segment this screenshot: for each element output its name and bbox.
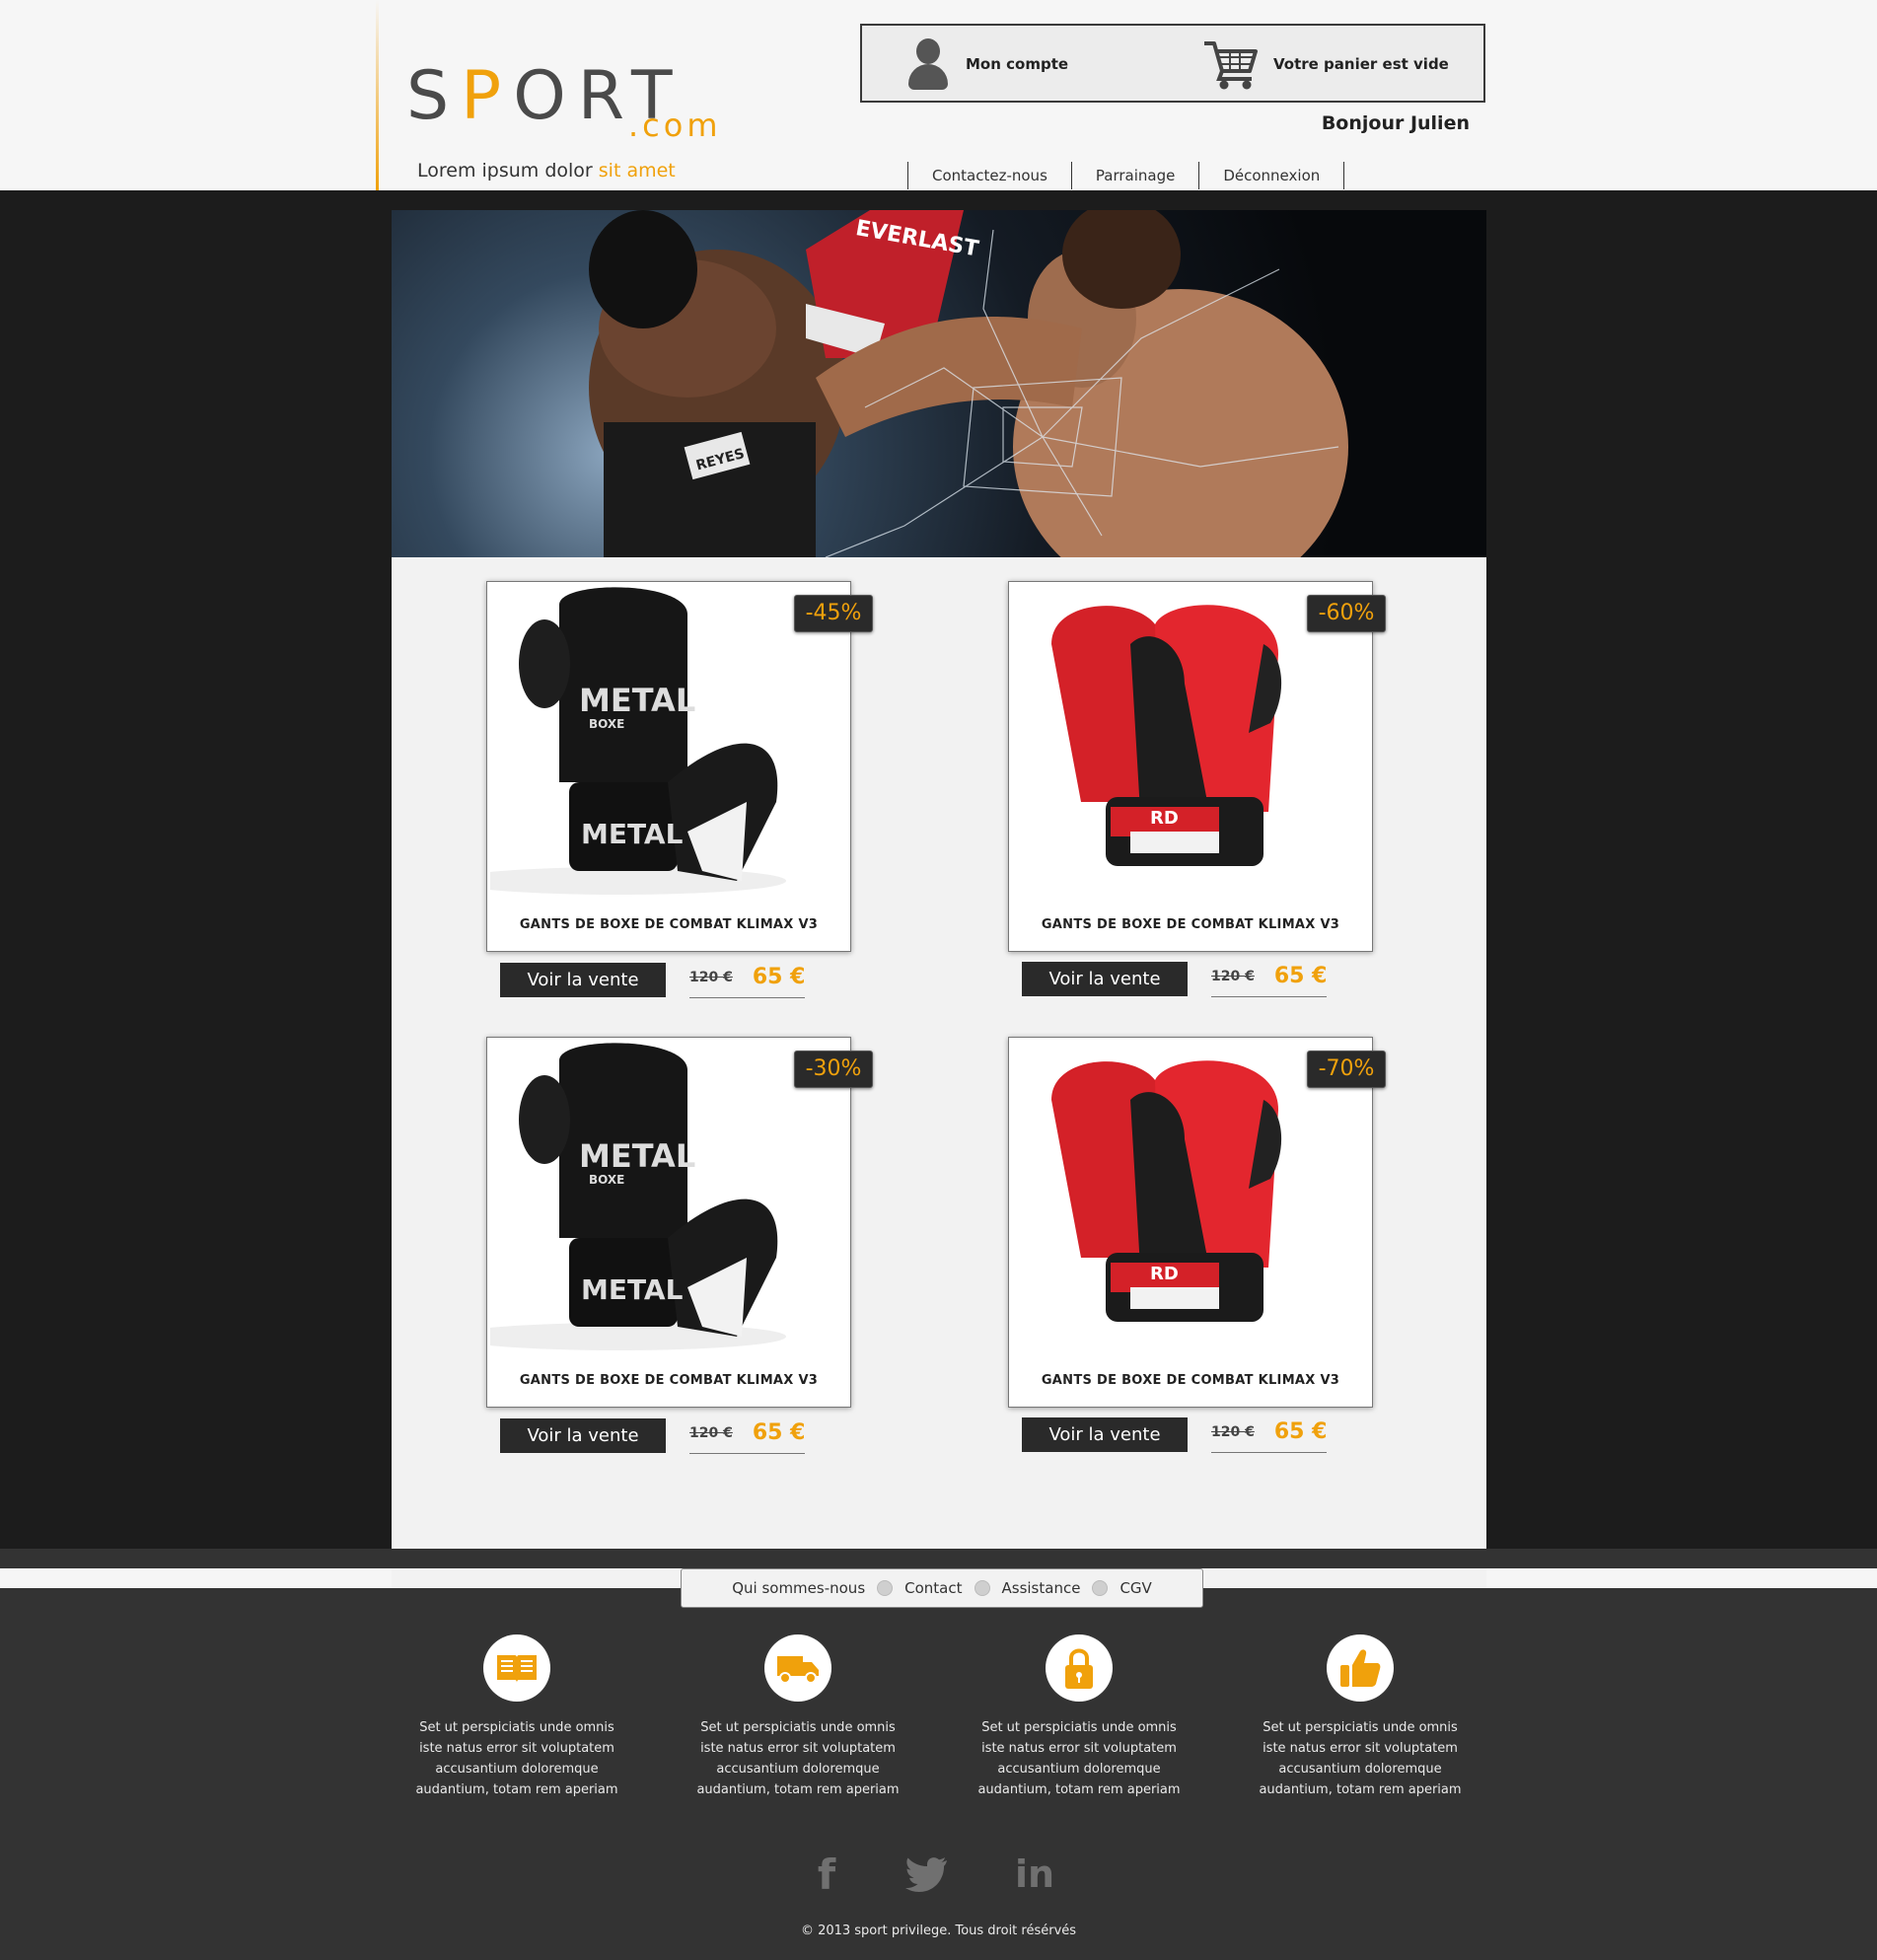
linkedin-icon[interactable]: in <box>1010 1850 1059 1899</box>
feature-item: Set ut perspiciatis unde omnis iste natu… <box>408 1634 625 1800</box>
svg-text:METAL: METAL <box>579 1137 695 1175</box>
user-greeting: Bonjour Julien <box>1321 112 1470 134</box>
sale-price: 65 € <box>752 1420 806 1445</box>
svg-text:METAL: METAL <box>581 818 684 850</box>
sale-price: 65 € <box>1273 1419 1328 1444</box>
svg-text:BOXE: BOXE <box>589 1173 624 1187</box>
cart-link[interactable]: Votre panier est vide <box>1202 34 1479 95</box>
feature-text: Set ut perspiciatis unde omnis iste natu… <box>977 1720 1181 1797</box>
svg-text:METAL: METAL <box>579 682 695 719</box>
separator-dot <box>1092 1580 1109 1596</box>
copyright: © 2013 sport privilege. Tous droit résér… <box>800 1924 1077 1938</box>
book-icon <box>483 1634 550 1702</box>
view-sale-button[interactable]: Voir la vente <box>1022 962 1188 996</box>
account-panel: Mon compte Votre panier est vide <box>860 24 1485 103</box>
sale-price: 65 € <box>1273 964 1328 988</box>
footer-link-support[interactable]: Assistance <box>990 1579 1093 1597</box>
account-label: Mon compte <box>966 55 1069 73</box>
old-price: 120 € <box>1211 1423 1255 1440</box>
old-price: 120 € <box>689 969 733 985</box>
hero-banner: REYES EVERLAST <box>392 210 1486 557</box>
view-sale-button[interactable]: Voir la vente <box>500 963 666 997</box>
facebook-icon[interactable]: f <box>802 1850 851 1899</box>
discount-badge: -60% <box>1307 595 1386 632</box>
account-link[interactable]: Mon compte <box>906 34 1104 95</box>
product-image: RD <box>1012 585 1369 901</box>
product-name[interactable]: GANTS DE BOXE DE COMBAT KLIMAX V3 <box>1009 917 1372 932</box>
feature-text: Set ut perspiciatis unde omnis iste natu… <box>415 1720 618 1797</box>
discount-badge: -45% <box>794 595 873 632</box>
feature-text: Set ut perspiciatis unde omnis iste natu… <box>1259 1720 1462 1797</box>
product-image: METAL BOXE METAL <box>490 585 847 901</box>
tagline: Lorem ipsum dolor sit amet <box>417 160 676 181</box>
twitter-icon[interactable] <box>902 1850 951 1899</box>
discount-badge: -70% <box>1307 1051 1386 1088</box>
price: 120 € 65 € <box>689 959 806 998</box>
footer-link-about[interactable]: Qui sommes-nous <box>720 1579 877 1597</box>
product-name[interactable]: GANTS DE BOXE DE COMBAT KLIMAX V3 <box>1009 1373 1372 1388</box>
product-name[interactable]: GANTS DE BOXE DE COMBAT KLIMAX V3 <box>487 917 850 932</box>
footer <box>0 1588 1877 1960</box>
nav-referral[interactable]: Parrainage <box>1072 162 1200 189</box>
feature-text: Set ut perspiciatis unde omnis iste natu… <box>696 1720 900 1797</box>
logo-divider <box>376 0 379 190</box>
boxing-hero-image: REYES EVERLAST <box>589 210 1348 557</box>
product-image: METAL BOXE METAL <box>490 1041 847 1356</box>
nav-contact[interactable]: Contactez-nous <box>908 162 1072 189</box>
footer-nav: Qui sommes-nous Contact Assistance CGV <box>681 1568 1203 1608</box>
price: 120 € 65 € <box>689 1415 806 1454</box>
site-logo[interactable]: SPORT .com <box>406 59 732 148</box>
product-card[interactable]: METAL BOXE METAL GANTS DE BOXE DE COMBAT… <box>486 1037 851 1408</box>
footer-link-contact[interactable]: Contact <box>893 1579 974 1597</box>
product-card[interactable]: METAL BOXE METAL GANTS DE BOXE DE COMBAT… <box>486 581 851 952</box>
svg-text:RD: RD <box>1150 1264 1179 1284</box>
truck-icon <box>764 1634 831 1702</box>
svg-text:METAL: METAL <box>581 1273 684 1306</box>
svg-text:RD: RD <box>1150 808 1179 829</box>
old-price: 120 € <box>689 1424 733 1441</box>
product-card[interactable]: RD GANTS DE BOXE DE COMBAT KLIMAX V3 <box>1008 581 1373 952</box>
separator-dot <box>877 1580 894 1596</box>
separator-dot <box>974 1580 990 1596</box>
feature-item: Set ut perspiciatis unde omnis iste natu… <box>1252 1634 1469 1800</box>
cart-icon <box>1204 41 1258 90</box>
view-sale-button[interactable]: Voir la vente <box>500 1418 666 1453</box>
product-image: RD <box>1012 1041 1369 1356</box>
cart-status: Votre panier est vide <box>1273 55 1449 73</box>
product-card[interactable]: RD GANTS DE BOXE DE COMBAT KLIMAX V3 <box>1008 1037 1373 1408</box>
feature-item: Set ut perspiciatis unde omnis iste natu… <box>689 1634 906 1800</box>
old-price: 120 € <box>1211 968 1255 984</box>
price: 120 € 65 € <box>1211 1414 1328 1453</box>
feature-item: Set ut perspiciatis unde omnis iste natu… <box>971 1634 1188 1800</box>
price: 120 € 65 € <box>1211 958 1328 997</box>
discount-badge: -30% <box>794 1051 873 1088</box>
header: SPORT .com Lorem ipsum dolor sit amet Mo… <box>0 0 1877 190</box>
svg-text:BOXE: BOXE <box>589 717 624 731</box>
footer-divider <box>0 1549 1877 1568</box>
lock-icon <box>1046 1634 1113 1702</box>
sale-price: 65 € <box>752 965 806 989</box>
product-name[interactable]: GANTS DE BOXE DE COMBAT KLIMAX V3 <box>487 1373 850 1388</box>
footer-link-terms[interactable]: CGV <box>1108 1579 1163 1597</box>
user-icon <box>906 36 948 92</box>
thumbs-up-icon <box>1327 1634 1394 1702</box>
top-nav: Contactez-nous Parrainage Déconnexion <box>907 162 1345 189</box>
nav-logout[interactable]: Déconnexion <box>1199 162 1345 189</box>
view-sale-button[interactable]: Voir la vente <box>1022 1417 1188 1452</box>
